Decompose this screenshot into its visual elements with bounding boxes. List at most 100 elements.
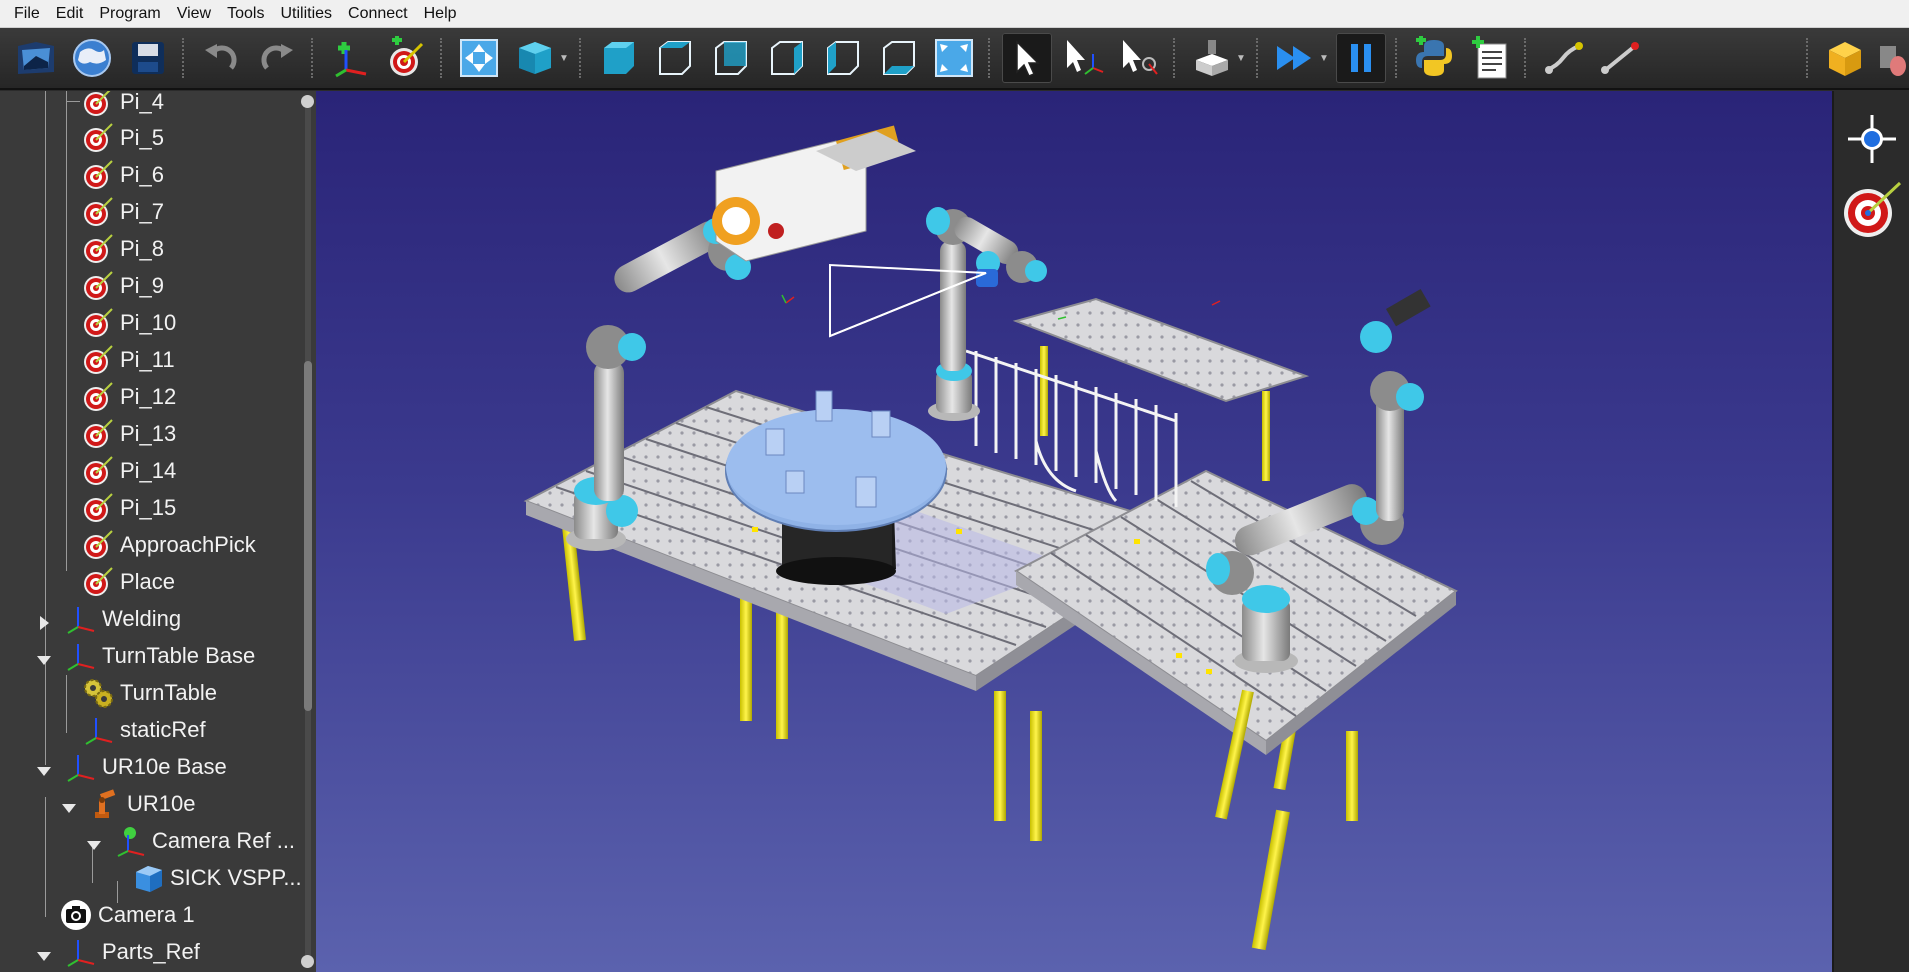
tree-scrollbar[interactable]: [300, 91, 316, 972]
tree-item-label: Pi_10: [120, 309, 177, 335]
menu-file[interactable]: File: [6, 0, 48, 28]
menu-view[interactable]: View: [169, 0, 219, 28]
tree-item-camera-1[interactable]: Camera 1: [60, 896, 195, 933]
tree-item-pi-5[interactable]: Pi_5: [82, 119, 164, 156]
reference-frame-tool-icon[interactable]: [1844, 111, 1900, 167]
scroll-up-button[interactable]: [301, 95, 314, 108]
view-iso-icon[interactable]: [510, 33, 560, 83]
target-icon: [82, 529, 114, 561]
toolbar-separator: [1395, 38, 1400, 78]
view-bottom-icon[interactable]: [873, 33, 923, 83]
robot-icon: [89, 788, 121, 820]
menu-edit[interactable]: Edit: [48, 0, 92, 28]
view-left-icon[interactable]: [817, 33, 867, 83]
tree-item-turntable[interactable]: TurnTable: [82, 674, 217, 711]
menu-utilities[interactable]: Utilities: [272, 0, 340, 28]
tree-item-pi-6[interactable]: Pi_6: [82, 156, 164, 193]
fit-all-icon[interactable]: [454, 33, 504, 83]
more-icon[interactable]: [1876, 33, 1906, 83]
target-icon: [82, 233, 114, 265]
collapse-arrow-icon[interactable]: [36, 759, 52, 776]
add-move-linear-icon[interactable]: [1594, 33, 1644, 83]
select-pointer-icon[interactable]: [1002, 33, 1052, 83]
tree-item-pi-12[interactable]: Pi_12: [82, 378, 176, 415]
add-python-program-icon[interactable]: [1409, 33, 1459, 83]
reference-frame-icon: [64, 751, 96, 783]
tree-item-turntable-base[interactable]: TurnTable Base: [36, 637, 255, 674]
target-icon: [82, 381, 114, 413]
menu-help[interactable]: Help: [416, 0, 465, 28]
expand-arrow-icon[interactable]: [36, 611, 52, 630]
tree-item-label: Pi_14: [120, 457, 177, 483]
object-icon: [132, 862, 164, 894]
tree-guide-line: [66, 101, 80, 102]
toolbar-separator: [988, 38, 993, 78]
target-icon: [82, 91, 114, 118]
add-program-icon[interactable]: [1465, 33, 1515, 83]
tree-item-pi-14[interactable]: Pi_14: [82, 452, 176, 489]
move-reference-icon[interactable]: [1058, 33, 1108, 83]
pause-simulation-icon[interactable]: [1336, 33, 1386, 83]
tree-item-parts-ref[interactable]: Parts_Ref: [36, 933, 200, 970]
tree-item-pi-13[interactable]: Pi_13: [82, 415, 176, 452]
toolbar-separator: [579, 38, 584, 78]
tree-item-pi-8[interactable]: Pi_8: [82, 230, 164, 267]
tree-item-pi-9[interactable]: Pi_9: [82, 267, 164, 304]
online-library-icon[interactable]: [67, 33, 117, 83]
scroll-down-button[interactable]: [301, 955, 314, 968]
tree-item-camera-ref[interactable]: Camera Ref ...: [86, 822, 295, 859]
collapse-arrow-icon[interactable]: [36, 648, 52, 665]
tree-item-ur10e[interactable]: UR10e: [61, 785, 195, 822]
target-icon: [82, 566, 114, 598]
mechanism-icon: [82, 677, 114, 709]
simulate-tool-icon[interactable]: [1187, 33, 1237, 83]
collapse-arrow-icon[interactable]: [36, 944, 52, 961]
add-move-joint-icon[interactable]: [1538, 33, 1588, 83]
tree-item-staticref[interactable]: staticRef: [82, 711, 206, 748]
tree-item-label: Pi_7: [120, 198, 165, 224]
view-right-icon[interactable]: [761, 33, 811, 83]
tree-item-pi-11[interactable]: Pi_11: [82, 341, 175, 378]
tree-item-sick-vspp[interactable]: SICK VSPP...: [132, 859, 302, 896]
view-back-icon[interactable]: [705, 33, 755, 83]
fast-simulation-icon[interactable]: [1270, 33, 1320, 83]
move-tcp-icon[interactable]: [1114, 33, 1164, 83]
tree-item-place[interactable]: Place: [82, 563, 175, 600]
menu-bar: File Edit Program View Tools Utilities C…: [0, 0, 1909, 28]
view-top-icon[interactable]: [649, 33, 699, 83]
tree-item-ur10e-base[interactable]: UR10e Base: [36, 748, 227, 785]
tree-item-approachpick[interactable]: ApproachPick: [82, 526, 256, 563]
scene-canvas[interactable]: [316, 91, 1832, 972]
simulation-speed-dropdown-icon[interactable]: ▼: [1319, 53, 1329, 64]
collapse-arrow-icon[interactable]: [86, 833, 102, 850]
redo-icon[interactable]: [252, 33, 302, 83]
save-icon[interactable]: [123, 33, 173, 83]
view-front-icon[interactable]: [593, 33, 643, 83]
target-icon: [82, 492, 114, 524]
undo-icon[interactable]: [196, 33, 246, 83]
add-package-icon[interactable]: [1820, 33, 1870, 83]
target-tool-icon[interactable]: [1840, 179, 1902, 241]
target-icon: [82, 159, 114, 191]
menu-connect[interactable]: Connect: [340, 0, 416, 28]
view-dropdown-arrow-icon[interactable]: ▼: [559, 53, 569, 64]
3d-viewport[interactable]: [316, 91, 1832, 972]
open-station-icon[interactable]: [11, 33, 61, 83]
reference-frame-icon: [64, 936, 96, 968]
target-icon: [82, 418, 114, 450]
simulate-dropdown-arrow-icon[interactable]: ▼: [1236, 53, 1246, 64]
tree-item-pi-4[interactable]: Pi_4: [82, 91, 164, 120]
target-icon: [82, 196, 114, 228]
tree-item-pi-7[interactable]: Pi_7: [82, 193, 164, 230]
add-target-icon[interactable]: [381, 33, 431, 83]
fit-selection-icon[interactable]: [929, 33, 979, 83]
menu-program[interactable]: Program: [91, 0, 168, 28]
scrollbar-thumb[interactable]: [304, 361, 312, 711]
tree-item-pi-15[interactable]: Pi_15: [82, 489, 176, 526]
tree-item-pi-10[interactable]: Pi_10: [82, 304, 176, 341]
collapse-arrow-icon[interactable]: [61, 796, 77, 813]
tree-item-welding[interactable]: Welding: [36, 600, 181, 637]
add-reference-frame-icon[interactable]: [325, 33, 375, 83]
reference-frame-icon: [82, 714, 114, 746]
menu-tools[interactable]: Tools: [219, 0, 272, 28]
